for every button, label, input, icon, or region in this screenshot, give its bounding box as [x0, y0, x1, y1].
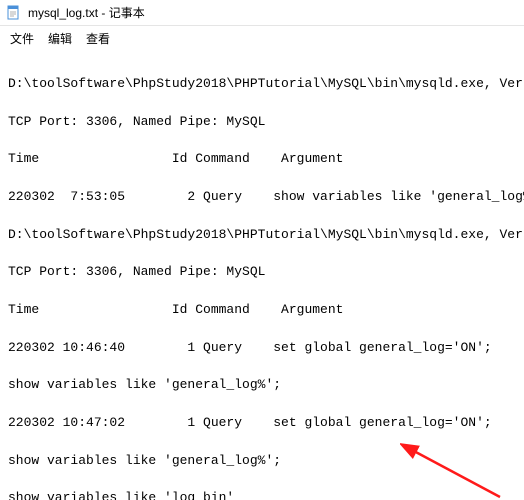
menu-file[interactable]: 文件	[10, 30, 34, 47]
text-content[interactable]: D:\toolSoftware\PhpStudy2018\PHPTutorial…	[0, 50, 524, 500]
log-line: show variables like 'general_log%';	[8, 376, 516, 395]
log-line: 220302 10:47:02 1 Query set global gener…	[8, 414, 516, 433]
menubar: 文件 编辑 查看	[0, 26, 524, 50]
window-titlebar: mysql_log.txt - 记事本	[0, 0, 524, 26]
log-line: TCP Port: 3306, Named Pipe: MySQL	[8, 113, 516, 132]
log-line: show variables like 'log_bin'	[8, 489, 516, 500]
menu-edit[interactable]: 编辑	[48, 30, 72, 47]
window-title: mysql_log.txt - 记事本	[28, 4, 145, 21]
log-line: show variables like 'general_log%';	[8, 452, 516, 471]
log-header: Time Id Command Argument	[8, 150, 516, 169]
log-line: 220302 10:46:40 1 Query set global gener…	[8, 339, 516, 358]
log-header: Time Id Command Argument	[8, 301, 516, 320]
log-line: D:\toolSoftware\PhpStudy2018\PHPTutorial…	[8, 75, 516, 94]
notepad-icon	[6, 5, 22, 21]
log-line: 220302 7:53:05 2 Query show variables li…	[8, 188, 516, 207]
log-line: TCP Port: 3306, Named Pipe: MySQL	[8, 263, 516, 282]
log-line: D:\toolSoftware\PhpStudy2018\PHPTutorial…	[8, 226, 516, 245]
menu-view[interactable]: 查看	[86, 30, 110, 47]
